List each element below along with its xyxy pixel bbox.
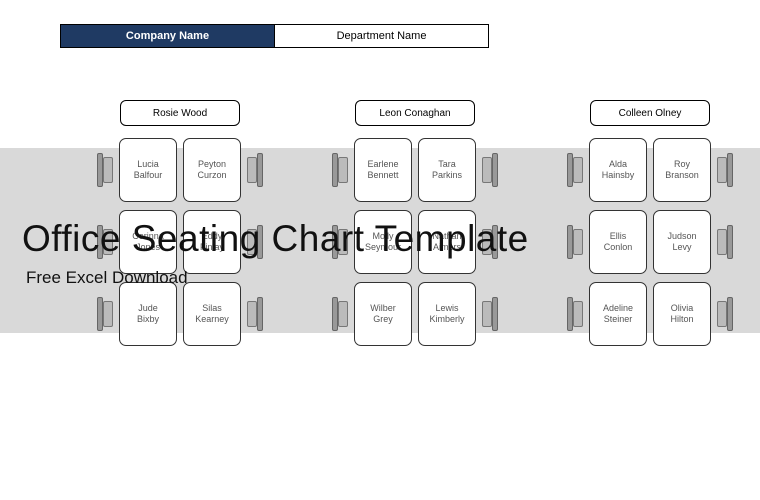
desk: SilasKearney xyxy=(183,282,241,346)
desk: LuciaBalfour xyxy=(119,138,177,202)
company-name-cell: Company Name xyxy=(60,24,275,48)
desk-label: SilasKearney xyxy=(183,282,241,346)
chair-icon xyxy=(717,153,733,187)
desk: JudsonLevy xyxy=(653,210,711,274)
chair-icon xyxy=(97,153,113,187)
chair-icon xyxy=(567,297,583,331)
desk: LewisKimberly xyxy=(418,282,476,346)
desk: EllisConlon xyxy=(589,210,647,274)
chair-icon xyxy=(247,297,263,331)
title-overlay: Office Seating Chart Template Free Excel… xyxy=(22,218,529,288)
header-row: Company Name Department Name xyxy=(60,24,489,48)
desk-label: JudeBixby xyxy=(119,282,177,346)
department-name-cell: Department Name xyxy=(274,24,489,48)
desk: EarleneBennett xyxy=(354,138,412,202)
chair-icon xyxy=(717,225,733,259)
chair-icon xyxy=(247,153,263,187)
desk: AldaHainsby xyxy=(589,138,647,202)
desk: OliviaHilton xyxy=(653,282,711,346)
desk-label: LewisKimberly xyxy=(418,282,476,346)
chair-icon xyxy=(482,153,498,187)
desk: PeytonCurzon xyxy=(183,138,241,202)
chair-icon xyxy=(567,153,583,187)
desk-label: AdelineSteiner xyxy=(589,282,647,346)
manager-box: Leon Conaghan xyxy=(355,100,475,126)
desk: AdelineSteiner xyxy=(589,282,647,346)
chair-icon xyxy=(482,297,498,331)
desk: JudeBixby xyxy=(119,282,177,346)
desk-label: LuciaBalfour xyxy=(119,138,177,202)
chair-icon xyxy=(97,297,113,331)
desk-label: AldaHainsby xyxy=(589,138,647,202)
manager-box: Rosie Wood xyxy=(120,100,240,126)
chair-icon xyxy=(567,225,583,259)
template-subtitle: Free Excel Download xyxy=(26,268,529,288)
desk-label: WilberGrey xyxy=(354,282,412,346)
template-title: Office Seating Chart Template xyxy=(22,218,529,260)
seating-cluster: Colleen Olney AldaHainsbyRoyBransonEllisC… xyxy=(560,100,740,346)
desk: WilberGrey xyxy=(354,282,412,346)
desk-label: OliviaHilton xyxy=(653,282,711,346)
desk: TaraParkins xyxy=(418,138,476,202)
desk-label: EllisConlon xyxy=(589,210,647,274)
desk-label: RoyBranson xyxy=(653,138,711,202)
desk-label: PeytonCurzon xyxy=(183,138,241,202)
manager-box: Colleen Olney xyxy=(590,100,710,126)
desk: RoyBranson xyxy=(653,138,711,202)
chair-icon xyxy=(332,297,348,331)
chair-icon xyxy=(332,153,348,187)
desk-label: JudsonLevy xyxy=(653,210,711,274)
desk-label: TaraParkins xyxy=(418,138,476,202)
chair-icon xyxy=(717,297,733,331)
desk-grid: AldaHainsbyRoyBransonEllisConlonJudsonLe… xyxy=(560,138,740,346)
desk-label: EarleneBennett xyxy=(354,138,412,202)
